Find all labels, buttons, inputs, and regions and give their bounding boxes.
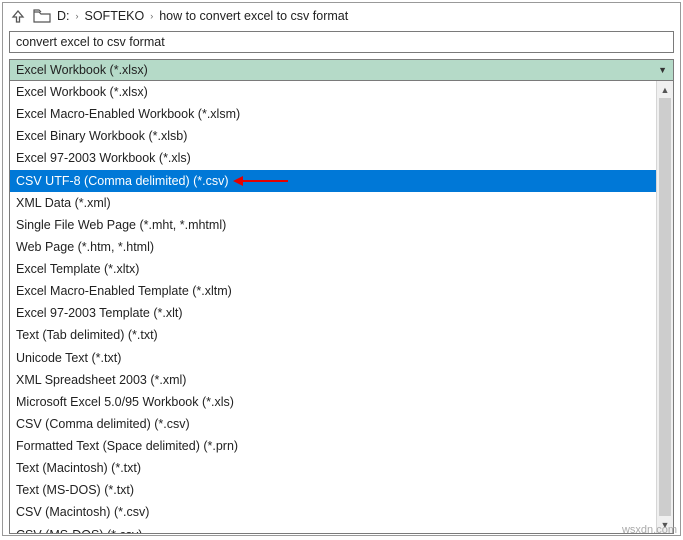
filetype-dropdown[interactable]: Excel Workbook (*.xlsx) ▼	[9, 59, 674, 81]
filetype-option[interactable]: Text (MS-DOS) (*.txt)	[10, 479, 656, 501]
filetype-option[interactable]: Excel 97-2003 Workbook (*.xls)	[10, 147, 656, 169]
filetype-option[interactable]: Text (Macintosh) (*.txt)	[10, 457, 656, 479]
scroll-track[interactable]	[657, 98, 673, 516]
up-arrow-icon[interactable]	[9, 7, 27, 25]
folder-icon	[33, 7, 51, 25]
filetype-option[interactable]: Excel Template (*.xltx)	[10, 258, 656, 280]
filetype-option[interactable]: Unicode Text (*.txt)	[10, 347, 656, 369]
scroll-up-button[interactable]: ▲	[657, 81, 673, 98]
scroll-down-button[interactable]: ▼	[657, 516, 673, 533]
chevron-right-icon: ›	[76, 11, 79, 21]
filetype-option[interactable]: Excel 97-2003 Template (*.xlt)	[10, 302, 656, 324]
filetype-option[interactable]: Excel Workbook (*.xlsx)	[10, 81, 656, 103]
filetype-option[interactable]: Excel Macro-Enabled Template (*.xltm)	[10, 280, 656, 302]
arrow-annotation-icon	[233, 175, 288, 187]
breadcrumb-drive[interactable]: D:	[57, 9, 70, 23]
filetype-selected: Excel Workbook (*.xlsx)	[16, 63, 148, 77]
filetype-option[interactable]: Excel Binary Workbook (*.xlsb)	[10, 125, 656, 147]
chevron-down-icon: ▼	[658, 65, 667, 75]
breadcrumb[interactable]: D: › SOFTEKO › how to convert excel to c…	[57, 9, 348, 23]
filetype-option[interactable]: CSV UTF-8 (Comma delimited) (*.csv)	[10, 170, 656, 192]
breadcrumb-bar: D: › SOFTEKO › how to convert excel to c…	[3, 3, 680, 31]
breadcrumb-folder-1[interactable]: SOFTEKO	[85, 9, 145, 23]
filename-input[interactable]: convert excel to csv format	[9, 31, 674, 53]
chevron-right-icon: ›	[150, 11, 153, 21]
filetype-option[interactable]: XML Data (*.xml)	[10, 192, 656, 214]
filetype-option[interactable]: Single File Web Page (*.mht, *.mhtml)	[10, 214, 656, 236]
filetype-option[interactable]: CSV (Macintosh) (*.csv)	[10, 501, 656, 523]
scroll-thumb[interactable]	[659, 98, 671, 516]
filetype-option[interactable]: CSV (MS-DOS) (*.csv)	[10, 524, 656, 534]
filetype-dropdown-list: Excel Workbook (*.xlsx)Excel Macro-Enabl…	[9, 81, 674, 534]
filetype-option[interactable]: CSV (Comma delimited) (*.csv)	[10, 413, 656, 435]
filetype-option[interactable]: Excel Macro-Enabled Workbook (*.xlsm)	[10, 103, 656, 125]
breadcrumb-folder-2[interactable]: how to convert excel to csv format	[159, 9, 348, 23]
scrollbar[interactable]: ▲ ▼	[656, 81, 673, 533]
filetype-option[interactable]: Text (Tab delimited) (*.txt)	[10, 324, 656, 346]
filetype-option[interactable]: Formatted Text (Space delimited) (*.prn)	[10, 435, 656, 457]
filetype-option[interactable]: XML Spreadsheet 2003 (*.xml)	[10, 369, 656, 391]
filetype-option[interactable]: Microsoft Excel 5.0/95 Workbook (*.xls)	[10, 391, 656, 413]
filename-value: convert excel to csv format	[16, 35, 165, 49]
filetype-option[interactable]: Web Page (*.htm, *.html)	[10, 236, 656, 258]
